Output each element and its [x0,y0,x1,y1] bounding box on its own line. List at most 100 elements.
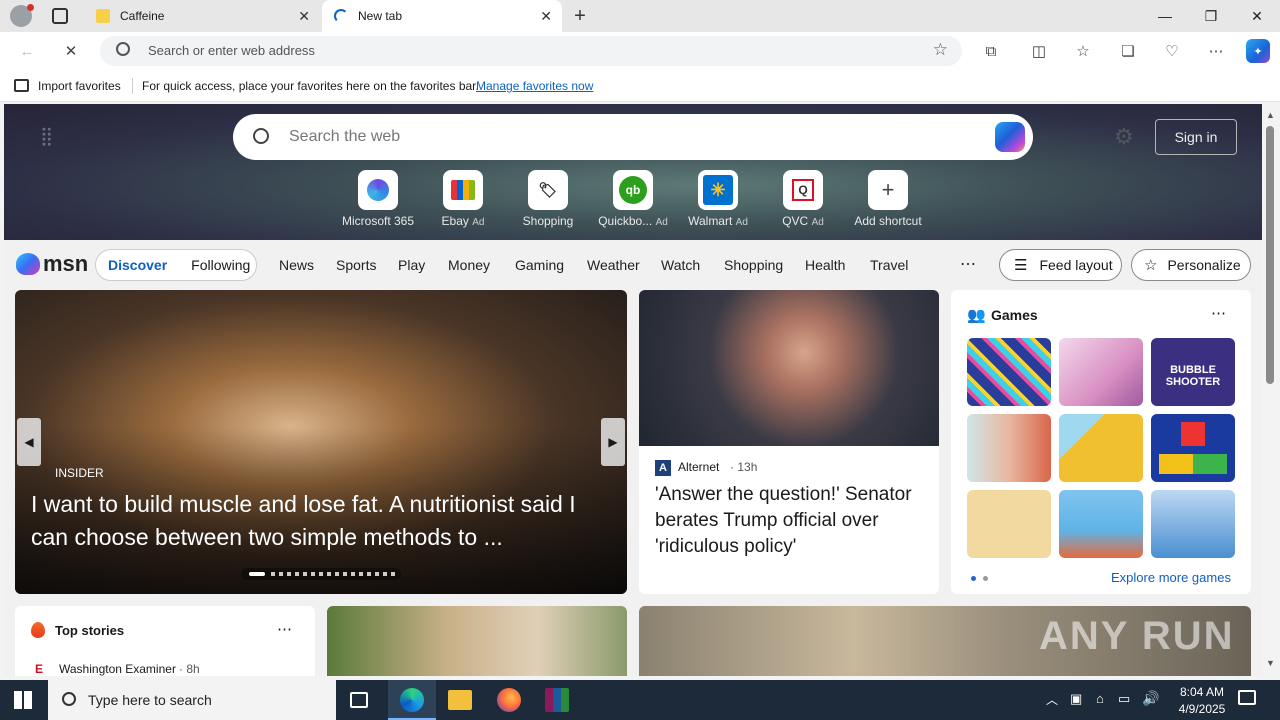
tray-device-icon[interactable]: ⌂ [1096,691,1104,706]
block-red [1181,422,1205,446]
story-card-grocery[interactable] [327,606,627,676]
tray-network-icon[interactable]: ▣ [1070,691,1082,707]
game-tile-1[interactable] [967,338,1051,406]
game-tile-bubble-shooter[interactable]: BUBBLE SHOOTER [1151,338,1235,406]
favorites-icon[interactable]: ☆ [1072,40,1094,62]
notification-icon[interactable] [1238,690,1256,705]
show-hidden-icons[interactable]: ︿ [1046,691,1058,708]
nav-news[interactable]: News [279,257,314,273]
shortcut-qvc[interactable]: Q QVC Ad [763,170,843,228]
clock-date[interactable]: 4/9/2025 [1172,702,1232,716]
story-card-runner[interactable]: ANY RUN [639,606,1251,676]
back-icon[interactable]: ← [16,40,38,62]
edge-taskbar-icon[interactable] [388,680,436,720]
volume-icon[interactable]: 🔊 [1142,690,1159,707]
close-tab-icon[interactable]: ✕ [540,8,552,25]
top-stories-more-icon[interactable]: ⋯ [277,620,292,638]
tray-wifi-icon[interactable]: ▭ [1118,691,1130,707]
carousel-next-button[interactable]: ▶ [601,418,625,466]
nav-play[interactable]: Play [398,257,425,273]
explore-more-games-link[interactable]: Explore more games [1111,570,1231,585]
app-launcher-icon[interactable]: ⣿ [40,126,53,147]
feed-layout-button[interactable]: ☰ Feed layout [999,249,1122,281]
collections-icon[interactable]: ❏ [1117,40,1139,62]
close-tab-icon[interactable]: ✕ [298,8,310,25]
task-view-icon[interactable] [350,692,368,708]
web-search-box[interactable]: Search the web [233,114,1033,160]
winrar-icon[interactable] [545,688,569,712]
story-headline[interactable]: I want to build muscle and lose fat. A n… [31,488,615,554]
nav-travel[interactable]: Travel [870,257,908,273]
shortcut-walmart[interactable]: ✳ Walmart Ad [678,170,758,228]
more-options-icon[interactable]: ⋯ [1205,40,1227,62]
start-button[interactable] [14,691,32,709]
game-tile-9[interactable] [1151,490,1235,558]
nav-watch[interactable]: Watch [661,257,700,273]
import-favorites-button[interactable]: Import favorites [38,79,121,93]
scroll-up-icon[interactable]: ▲ [1266,110,1275,120]
restore-button[interactable]: ❐ [1188,0,1234,32]
shortcut-add[interactable]: + Add shortcut [848,170,928,228]
msn-logo[interactable]: msn [16,250,88,278]
shortcut-microsoft-365[interactable]: Microsoft 365 [338,170,418,228]
close-window-button[interactable]: ✕ [1234,0,1280,32]
copilot-search-icon[interactable] [995,122,1025,152]
tab-caffeine[interactable]: Caffeine ✕ [84,0,320,32]
address-input[interactable]: Search or enter web address [148,43,315,58]
nav-gaming[interactable]: Gaming [515,257,564,273]
firefox-icon[interactable] [497,688,521,712]
scroll-thumb[interactable] [1266,126,1274,384]
nav-weather[interactable]: Weather [587,257,640,273]
game-tile-7[interactable] [967,490,1051,558]
nav-shopping[interactable]: Shopping [724,257,783,273]
nav-more-icon[interactable]: ⋯ [960,254,976,274]
game-tile-2[interactable] [1059,338,1143,406]
sticky-note-icon [96,9,110,23]
game-tile-4[interactable] [967,414,1051,482]
copilot-icon[interactable]: ✦ [1246,39,1270,63]
story-headline[interactable]: 'Answer the question!' Senator berates T… [655,482,931,560]
search-icon [62,692,76,706]
address-bar[interactable]: Search or enter web address ☆ [100,36,962,66]
profile-icon[interactable] [10,4,34,27]
tab-discover[interactable]: Discover [108,257,167,273]
browser-essentials-icon[interactable]: ♡ [1161,40,1183,62]
nav-health[interactable]: Health [805,257,845,273]
tab-actions-icon[interactable] [52,8,68,24]
shortcut-shopping[interactable]: 🏷 Shopping [508,170,588,228]
carousel-prev-button[interactable]: ◀ [17,418,41,466]
game-tile-6[interactable] [1151,414,1235,482]
minimize-button[interactable]: — [1142,0,1188,32]
sign-in-button[interactable]: Sign in [1155,119,1237,155]
taskbar-search-box[interactable]: Type here to search [48,680,336,720]
clock-time[interactable]: 8:04 AM [1172,685,1232,699]
split-screen-icon[interactable]: ◫ [1028,40,1050,62]
web-search-input[interactable]: Search the web [289,128,400,146]
personalize-button[interactable]: ☆ Personalize [1131,249,1251,281]
file-explorer-icon[interactable] [448,690,472,710]
favorites-bar: Import favorites For quick access, place… [0,70,1280,102]
shortcut-quickbooks[interactable]: qb Quickbo... Ad [593,170,673,228]
manage-favorites-link[interactable]: Manage favorites now [476,79,593,93]
hero-story-card[interactable]: ◀ ▶ INSIDER I want to build muscle and l… [15,290,627,594]
extensions-icon[interactable]: ⧉ [980,40,1002,62]
page-scrollbar[interactable]: ▲ ▼ [1262,104,1280,676]
tab-new-tab[interactable]: New tab ✕ [322,0,562,32]
games-more-icon[interactable]: ⋯ [1211,304,1226,322]
new-tab-button[interactable]: + [568,4,592,28]
tab-following[interactable]: Following [191,257,250,273]
games-page-dot[interactable] [983,576,988,581]
taskbar-search-input[interactable]: Type here to search [88,692,212,708]
nav-sports[interactable]: Sports [336,257,376,273]
game-tile-8[interactable] [1059,490,1143,558]
stop-loading-icon[interactable]: ✕ [60,40,82,62]
games-page-dot-active[interactable] [971,576,976,581]
side-story-card[interactable]: A Alternet · 13h 'Answer the question!' … [639,290,939,594]
game-tile-5[interactable] [1059,414,1143,482]
scroll-down-icon[interactable]: ▼ [1266,658,1275,668]
personalize-label: Personalize [1167,257,1241,273]
shortcut-ebay[interactable]: Ebay Ad [423,170,503,228]
favorite-star-icon[interactable]: ☆ [933,40,948,60]
settings-gear-icon[interactable]: ⚙ [1114,124,1134,150]
nav-money[interactable]: Money [448,257,490,273]
